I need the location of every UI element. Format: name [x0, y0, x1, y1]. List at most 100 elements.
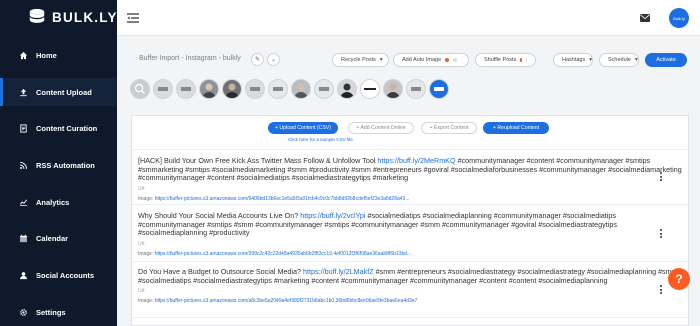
post-url: Url:	[138, 186, 684, 193]
sidebar-item-label: Content Upload	[36, 87, 92, 97]
image-url[interactable]: https://buffer-pictures.s3.amazonaws.com…	[155, 251, 412, 257]
rss-icon	[19, 161, 28, 170]
profile-avatar[interactable]	[153, 79, 173, 99]
hashtags-dropdown[interactable]: Hashtags ▾	[553, 53, 593, 67]
chevron-down-icon: ▾	[379, 57, 383, 63]
avatar[interactable]: Bulk.ly	[669, 8, 689, 28]
content-actions: + Upload Content (CSV) + Add Content Onl…	[132, 116, 688, 150]
database-logo-icon	[29, 8, 45, 23]
profile-avatar[interactable]	[314, 79, 334, 99]
list-item: Why Should Your Social Media Accounts Li…	[138, 211, 684, 258]
search-icon	[134, 83, 145, 94]
image-label: Image:	[138, 250, 154, 257]
profile-avatar-selected[interactable]	[429, 79, 449, 99]
post-url: Url:	[138, 241, 684, 248]
person-photo-icon	[340, 83, 354, 98]
sidebar-item-label: RSS Automation	[36, 160, 95, 170]
divider	[132, 261, 688, 262]
profile-avatar[interactable]	[337, 79, 357, 99]
edit-button[interactable]: ✎	[251, 53, 264, 66]
sidebar-item-content-upload[interactable]: Content Upload	[0, 78, 117, 106]
sidebar-item-settings[interactable]: Settings	[0, 298, 117, 326]
sidebar-item-label: Analytics	[36, 197, 70, 207]
collapse-sidebar-icon[interactable]	[127, 13, 139, 23]
add-auto-image-toggle[interactable]: Add Auto Image	[393, 53, 469, 67]
profile-avatar[interactable]	[268, 79, 288, 99]
activate-button[interactable]: Activate	[645, 53, 687, 67]
post-image: Image: https://buffer-pictures.s3.amazon…	[138, 298, 684, 305]
sidebar-item-label: Content Curation	[36, 123, 98, 133]
post-image: Image: https://buffer-pictures.s3.amazon…	[138, 196, 684, 203]
chart-icon	[19, 198, 28, 207]
profile-avatar[interactable]	[383, 79, 403, 99]
sidebar-item-calendar[interactable]: Calendar	[0, 224, 117, 252]
profile-avatar[interactable]	[245, 79, 265, 99]
profile-avatar[interactable]	[291, 79, 311, 99]
brand-logo-icon	[364, 88, 376, 90]
list-item: [HACK] Build Your Own Free Kick Ass Twit…	[138, 156, 684, 203]
sidebar-item-content-curation[interactable]: Content Curation	[0, 114, 117, 142]
image-label: Image:	[138, 298, 154, 305]
chevron-down-icon: ▾	[634, 57, 638, 63]
image-url[interactable]: https://buffer-pictures.s3.amazonaws.com…	[155, 196, 410, 202]
image-url[interactable]: https://buffer-pictures.s3.amazonaws.com…	[155, 298, 418, 304]
bulkly-logo-icon	[250, 87, 260, 91]
sidebar-item-home[interactable]: Home	[0, 41, 117, 69]
brand[interactable]: BULK.LY	[28, 8, 118, 26]
reupload-content-button[interactable]: + Reupload Content	[483, 122, 549, 134]
bulkly-logo-icon	[319, 87, 329, 91]
url-label: Url:	[138, 185, 146, 192]
upload-csv-button[interactable]: + Upload Content (CSV)	[268, 122, 338, 134]
post-text: [HACK] Build Your Own Free Kick Ass Twit…	[138, 156, 684, 183]
page-title: Buffer Import - Instagram - bulkly	[139, 55, 241, 62]
profile-avatar[interactable]	[222, 79, 242, 99]
brand-name: BULK.LY	[52, 9, 118, 25]
post-menu-button[interactable]	[659, 285, 663, 295]
schedule-dropdown[interactable]: Schedule ▾	[599, 53, 639, 67]
status-dot	[525, 58, 527, 62]
gear-icon	[19, 308, 28, 317]
post-menu-button[interactable]	[659, 172, 663, 182]
sidebar-item-analytics[interactable]: Analytics	[0, 188, 117, 216]
image-label: Image:	[138, 195, 154, 202]
upload-icon	[19, 88, 28, 97]
search-profile-button[interactable]	[130, 79, 150, 99]
more-options-button[interactable]: ⌄	[267, 53, 280, 66]
status-dot	[520, 58, 522, 62]
url-label: Url:	[138, 288, 146, 295]
profile-avatar[interactable]	[406, 79, 426, 99]
person-photo-icon	[294, 83, 308, 98]
help-label: ?	[675, 272, 683, 286]
user-icon	[19, 271, 28, 280]
post-url: Url:	[138, 288, 684, 295]
hashtags-label: Hashtags	[562, 57, 586, 63]
sidebar-item-label: Social Accounts	[36, 270, 95, 280]
person-photo-icon	[202, 83, 216, 98]
post-text: Do You Have a Budget to Outsource Social…	[138, 267, 684, 285]
status-dot	[453, 58, 458, 62]
export-content-button[interactable]: + Export Content	[421, 122, 477, 134]
post-menu-button[interactable]	[659, 229, 663, 239]
recycle-posts-dropdown[interactable]: Recycle Posts ▾	[332, 53, 389, 67]
bulkly-logo-icon	[158, 87, 168, 91]
profile-avatar[interactable]	[176, 79, 196, 99]
mail-icon[interactable]	[640, 14, 650, 22]
top-bar: Bulk.ly	[117, 0, 700, 36]
chevron-down-icon: ⌄	[270, 57, 277, 63]
help-button[interactable]: ?	[668, 268, 690, 290]
shuffle-posts-label: Shuffle Posts	[484, 57, 517, 63]
divider	[132, 317, 688, 318]
sample-csv-link[interactable]: Click here for a sample CSV file	[288, 137, 353, 142]
profile-avatar[interactable]	[360, 79, 380, 99]
sidebar-item-social-accounts[interactable]: Social Accounts	[0, 261, 117, 289]
bulkly-logo-icon	[181, 87, 191, 91]
sidebar-item-rss-automation[interactable]: RSS Automation	[0, 151, 117, 179]
sidebar: BULK.LY Home Content Upload Content Cura…	[0, 0, 117, 326]
recycle-posts-label: Recycle Posts	[341, 57, 376, 63]
profile-avatar[interactable]	[199, 79, 219, 99]
person-photo-icon	[225, 83, 239, 98]
add-content-online-button[interactable]: + Add Content Online	[348, 122, 414, 134]
shuffle-posts-toggle[interactable]: Shuffle Posts	[475, 53, 536, 67]
bulkly-logo-icon	[411, 87, 421, 91]
list-item: Do You Have a Budget to Outsource Social…	[138, 267, 684, 305]
